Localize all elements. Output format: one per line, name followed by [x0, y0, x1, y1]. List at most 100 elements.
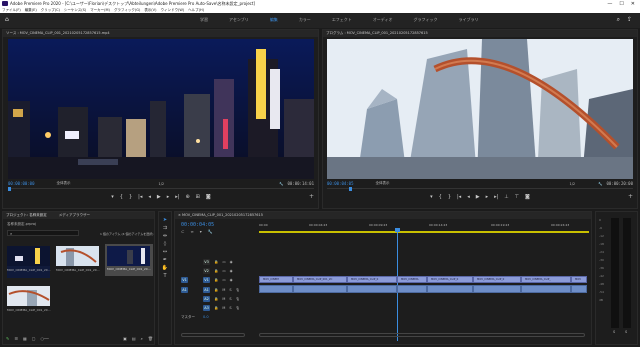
program-quality-dropdown[interactable]: 1/2 [570, 182, 576, 186]
a1-source-patch[interactable]: A1 [175, 287, 199, 293]
audio-clip[interactable] [571, 285, 587, 293]
video-clip[interactable]: MOV [571, 276, 587, 283]
eye-icon[interactable]: ◉ [230, 260, 233, 264]
project-clip-thumbnail[interactable] [7, 246, 50, 278]
sync-icon[interactable]: ▭ [222, 269, 225, 273]
menu-view[interactable]: 表示(V) [144, 8, 156, 13]
workspace-effects[interactable]: エフェクト [332, 17, 352, 23]
project-clip-thumbnail[interactable] [7, 286, 50, 306]
source-quality-dropdown[interactable]: 1/2 [159, 182, 165, 186]
video-clip[interactable]: MOV_CINEMA_CLIP_0 [473, 276, 521, 283]
timeline-zoom-scrollbar-left[interactable] [181, 333, 245, 337]
timeline-ruler[interactable]: 00:00 00:00:04:23 00:00:09:23 00:00:14:2… [259, 222, 589, 234]
video-clip[interactable]: MOV_CINEMA [397, 276, 427, 283]
program-current-timecode[interactable]: 00:00:04:05 [327, 181, 354, 186]
play-button[interactable]: ▶ [157, 194, 161, 202]
workspace-graphics[interactable]: グラフィック [414, 17, 438, 23]
menu-clip[interactable]: クリップ(C) [41, 8, 60, 13]
microphone-icon[interactable]: 🎙 [236, 297, 240, 301]
menu-sequence[interactable]: シーケンス(S) [64, 8, 86, 13]
eye-icon[interactable]: ◉ [230, 269, 233, 273]
project-clip-thumbnail-selected[interactable]: MOV_CINEMA_CLIP_001_20... [105, 244, 153, 276]
project-clip-thumbnail[interactable] [56, 246, 99, 266]
source-fit-dropdown[interactable]: 全体表示 [57, 181, 71, 186]
snap-icon[interactable]: ⊂ [181, 229, 184, 234]
step-back-icon[interactable]: |◂ [138, 194, 142, 202]
sync-icon[interactable]: ▭ [222, 260, 225, 264]
ripple-edit-tool-icon[interactable]: ⇹ [161, 232, 169, 240]
search-icon[interactable]: ⌕ [617, 16, 620, 24]
menu-graphics[interactable]: グラフィック(G) [114, 8, 140, 13]
program-playhead[interactable] [349, 187, 352, 191]
video-clip[interactable]: MOV_CINEMA_CLIP_0 [427, 276, 473, 283]
zoom-slider[interactable]: ○── [41, 336, 49, 343]
track-name[interactable]: V2 [203, 268, 210, 274]
lock-icon[interactable]: 🔒 [214, 260, 218, 264]
workspace-editing[interactable]: 編集 [270, 17, 278, 23]
work-area-bar[interactable] [259, 231, 589, 233]
audio-clip[interactable] [473, 285, 521, 293]
sync-icon[interactable]: ▭ [222, 278, 225, 282]
track-select-tool-icon[interactable]: ⇉ [161, 224, 169, 232]
slip-tool-icon[interactable]: ↔ [161, 248, 169, 256]
solo-button[interactable]: S [229, 288, 231, 292]
linked-selection-icon[interactable]: ∞ [190, 229, 193, 234]
program-step-back-icon[interactable]: |◂ [457, 194, 461, 202]
minimize-button[interactable]: — [607, 1, 612, 7]
source-patch[interactable]: V1 [181, 277, 188, 283]
menu-edit[interactable]: 編集(E) [25, 8, 37, 13]
lift-icon[interactable]: ⊥ [504, 194, 508, 202]
audio-clip[interactable] [347, 285, 397, 293]
solo-button[interactable]: S [229, 297, 231, 301]
program-monitor-tab[interactable]: プログラム : MOV_CINEMA_CLIP_001_202102051728… [323, 30, 637, 37]
type-tool-icon[interactable]: T [161, 272, 169, 280]
add-marker-icon[interactable]: ▾ [200, 229, 202, 234]
extract-icon[interactable]: ⊤ [515, 194, 519, 202]
program-settings-icon[interactable]: 🔧 [598, 182, 602, 186]
workspace-libraries[interactable]: ライブラリ [458, 17, 478, 23]
menu-file[interactable]: ファイル(F) [2, 8, 21, 13]
microphone-icon[interactable]: 🎙 [236, 288, 240, 292]
timeline-horizontal-scrollbar[interactable] [259, 333, 585, 337]
go-to-out-icon[interactable]: ▸| [175, 194, 179, 202]
new-bin-icon[interactable]: ▣ [123, 336, 127, 343]
razor-tool-icon[interactable]: ◊ [161, 240, 169, 248]
program-step-forward-icon[interactable]: ▸ [486, 194, 489, 202]
selection-tool-icon[interactable]: ➤ [161, 216, 169, 224]
project-search-input[interactable]: ⌕ [7, 230, 79, 236]
track-name[interactable]: A2 [203, 296, 210, 302]
playhead-handle[interactable] [395, 228, 400, 232]
video-clip[interactable]: MOV_CINEMA_CLIP_ [521, 276, 571, 283]
program-add-button-icon[interactable]: + [628, 193, 633, 200]
program-mark-out-icon[interactable]: { [439, 194, 442, 202]
menu-marker[interactable]: マーカー(M) [90, 8, 110, 13]
solo-left-button[interactable]: S [613, 330, 615, 334]
media-browser-tab[interactable]: メディアブラウザー [59, 212, 90, 219]
menu-help[interactable]: ヘルプ(H) [188, 8, 204, 13]
source-settings-icon[interactable]: 🔧 [279, 182, 283, 186]
pen-tool-icon[interactable]: ✒ [161, 256, 169, 264]
program-play-button[interactable]: ▶ [476, 194, 480, 202]
project-tab[interactable]: プロジェクト: 名称未設定 [6, 212, 47, 219]
source-current-timecode[interactable]: 00:00:00:00 [8, 181, 35, 186]
solo-right-button[interactable]: S [625, 330, 627, 334]
program-scrubber[interactable] [327, 187, 633, 192]
audio-clip[interactable] [259, 285, 293, 293]
insert-icon[interactable]: ⊕ [185, 194, 189, 202]
list-view-icon[interactable]: ☰ [14, 336, 18, 343]
video-clip[interactable]: MOV_CINEMA_CLIP_0 [347, 276, 397, 283]
source-scrubber[interactable] [8, 187, 314, 192]
hand-tool-icon[interactable]: ✋ [161, 264, 169, 272]
timeline-settings-icon[interactable]: 🔧 [208, 229, 213, 234]
v1-source-patch[interactable]: V1 [175, 277, 199, 283]
audio-clip[interactable] [427, 285, 473, 293]
new-item-icon[interactable]: ▤ [132, 336, 136, 343]
program-fit-dropdown[interactable]: 全体表示 [376, 181, 390, 186]
program-mark-in-icon[interactable]: ▾ [430, 194, 433, 202]
close-button[interactable]: ✕ [631, 1, 635, 7]
mark-out-icon[interactable]: { [120, 194, 123, 202]
source-patch[interactable]: A1 [181, 287, 188, 293]
master-volume-value[interactable]: 0.0 [203, 315, 209, 319]
timeline-timecode[interactable]: 00:00:04:05 [181, 222, 214, 228]
program-play-back-icon[interactable]: ◂ [467, 194, 470, 202]
